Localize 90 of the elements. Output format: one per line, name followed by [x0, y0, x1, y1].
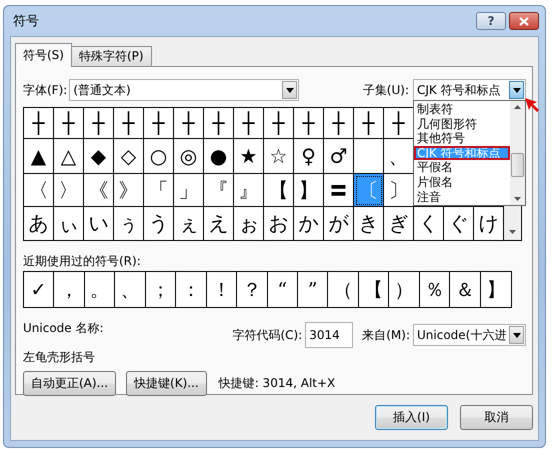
symbol-cell[interactable]: ぎ	[384, 207, 414, 240]
symbol-cell[interactable]: ◎	[174, 139, 204, 174]
subset-label: 子集(U):	[362, 82, 409, 98]
symbol-cell[interactable]: く	[414, 207, 444, 240]
symbol-cell[interactable]: 【	[264, 174, 294, 207]
symbol-cell[interactable]: 〉	[54, 174, 84, 207]
symbol-cell[interactable]: ぉ	[234, 207, 264, 240]
symbol-cell[interactable]: 『	[204, 174, 234, 207]
symbol-cell[interactable]: 】	[294, 174, 324, 207]
symbol-cell[interactable]: う	[144, 207, 174, 240]
symbol-cell[interactable]: ♀	[294, 139, 324, 174]
scroll-thumb[interactable]	[511, 153, 524, 177]
list-option[interactable]: 平假名	[414, 160, 510, 175]
symbol-cell[interactable]: 」	[174, 174, 204, 207]
symbol-cell[interactable]: △	[54, 139, 84, 174]
tab[interactable]: 特殊字符(P)	[70, 46, 152, 66]
list-option[interactable]: 制表符	[414, 102, 510, 117]
symbol-cell[interactable]: ぇ	[174, 207, 204, 240]
dropdown-button[interactable]	[282, 81, 298, 99]
recent-symbol[interactable]: 】	[480, 272, 511, 307]
dropdown-button[interactable]	[509, 326, 524, 344]
button[interactable]: 自动更正(A)...	[23, 371, 116, 396]
symbol-cell[interactable]: ♂	[324, 139, 354, 174]
symbol-cell[interactable]: ●	[204, 139, 234, 174]
shortcut-text: 快捷键: 3014, Alt+X	[218, 375, 336, 392]
symbol-cell[interactable]: ┼	[24, 108, 54, 139]
symbol-cell[interactable]: ┼	[144, 108, 174, 139]
symbol-cell[interactable]: か	[294, 207, 324, 240]
font-label: 字体(F):	[23, 82, 68, 98]
symbol-cell[interactable]: ┼	[294, 108, 324, 139]
close-icon	[519, 16, 529, 26]
symbol-cell[interactable]: ┼	[354, 108, 384, 139]
symbol-cell[interactable]: ┼	[54, 108, 84, 139]
symbol-cell[interactable]: 〕	[384, 174, 414, 207]
tab[interactable]: 符号(S)	[15, 43, 72, 67]
caret-icon	[286, 88, 294, 92]
symbol-cell[interactable]: ◇	[114, 139, 144, 174]
from-dropdown[interactable]: Unicode(十六进	[413, 324, 526, 346]
symbol-cell[interactable]: 》	[114, 174, 144, 207]
symbol-cell[interactable]: ┼	[264, 108, 294, 139]
list-option[interactable]: 片假名	[414, 174, 510, 190]
symbol-cell[interactable]: お	[264, 207, 294, 240]
button[interactable]: 快捷键(K)...	[126, 371, 207, 396]
help-button[interactable]: ?	[476, 12, 506, 30]
symbol-cell[interactable]: ★	[234, 139, 264, 174]
symbol-cell[interactable]: 「	[144, 174, 174, 207]
window-title: 符号	[13, 13, 39, 30]
scroll-down-icon[interactable]	[508, 230, 516, 234]
symbol-cell[interactable]: が	[324, 207, 354, 240]
symbol-cell[interactable]: き	[354, 207, 384, 240]
symbol-cell[interactable]: ┼	[234, 108, 264, 139]
caret-icon	[512, 88, 520, 92]
symbol-cell[interactable]: ┼	[84, 108, 114, 139]
cursor-arrow-icon	[524, 97, 540, 113]
symbol-cell[interactable]: ▲	[24, 139, 54, 174]
recent-label: 近期使用过的符号(R):	[23, 253, 142, 267]
from-label: 来自(M):	[362, 326, 410, 344]
symbol-cell[interactable]: 〈	[24, 174, 54, 207]
symbol-cell[interactable]: ぐ	[444, 207, 474, 240]
char-code-label: 字符代码(C):	[232, 326, 302, 344]
unicode-name: 左龟壳形括号	[23, 349, 96, 366]
list-option[interactable]: 其他符号	[414, 131, 510, 146]
symbol-cell[interactable]: ☆	[264, 139, 294, 174]
button[interactable]: 取消	[460, 405, 533, 430]
scrollbar[interactable]	[510, 101, 525, 205]
button[interactable]: 插入(I)	[375, 405, 448, 430]
symbol-cell[interactable]: ◆	[84, 139, 114, 174]
symbol-cell[interactable]: ┼	[174, 108, 204, 139]
char-code-field[interactable]: 3014	[305, 322, 354, 348]
symbol-cell[interactable]: ┼	[324, 108, 354, 139]
scroll-down-icon[interactable]	[514, 197, 521, 201]
list-option[interactable]: 几何图形符	[414, 116, 510, 132]
symbol-cell[interactable]: ぅ	[114, 207, 144, 240]
symbol-cell[interactable]: 、	[384, 139, 414, 174]
symbol-cell[interactable]: ┼	[114, 108, 144, 139]
symbol-cell[interactable]: ぃ	[54, 207, 84, 240]
symbol-cell[interactable]: い	[84, 207, 114, 240]
caret-icon	[512, 332, 520, 338]
symbol-cell[interactable]: ┼	[204, 108, 234, 139]
symbol-cell[interactable]: ┼	[384, 108, 414, 139]
symbol-cell[interactable]: 《	[84, 174, 114, 207]
unicode-name-label: Unicode 名称:	[23, 320, 105, 337]
symbol-cell[interactable]: ○	[144, 139, 174, 174]
font-dropdown[interactable]: (普通文本)	[69, 79, 300, 101]
close-button[interactable]	[509, 12, 539, 30]
list-option[interactable]: 注音	[414, 190, 510, 204]
symbol-cell[interactable]: あ	[24, 207, 54, 240]
symbol-cell[interactable]: 』	[234, 174, 264, 207]
dropdown-button[interactable]	[509, 81, 524, 99]
symbol-cell[interactable]: え	[204, 207, 234, 240]
